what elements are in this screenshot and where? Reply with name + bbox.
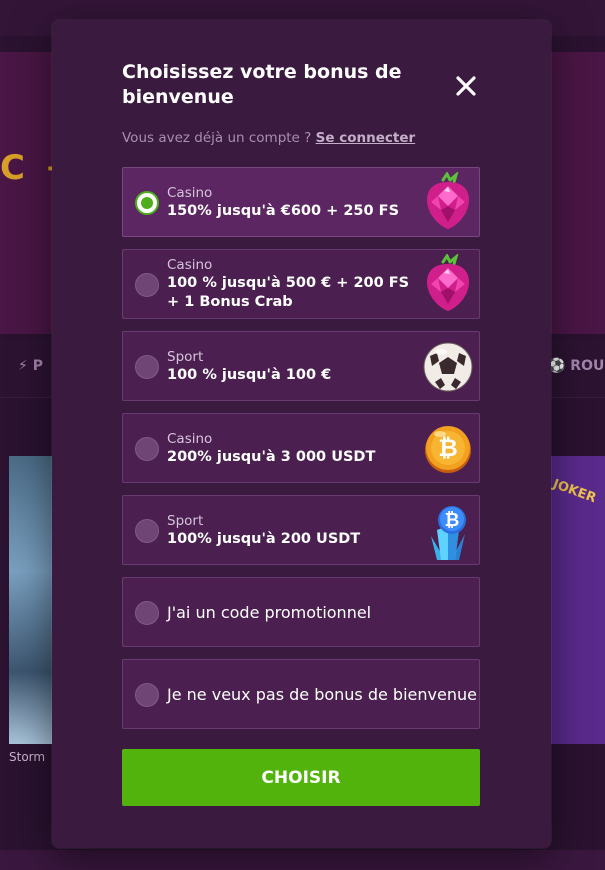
radio-button[interactable] (135, 273, 159, 297)
bonus-option-text: Sport 100 % jusqu'à 100 € (167, 348, 417, 385)
background-bottom-strip (0, 850, 605, 870)
bonus-option-category: Casino (167, 185, 213, 201)
svg-text:₿: ₿ (445, 510, 460, 531)
welcome-bonus-modal: Choisissez votre bonus de bienvenue Vous… (52, 20, 551, 848)
bonus-option-3[interactable]: Sport 100 % jusqu'à 100 € (122, 331, 480, 401)
bonus-option-1[interactable]: Casino 150% jusqu'à €600 + 250 FS (122, 167, 480, 237)
close-button[interactable] (452, 72, 480, 100)
radio-button[interactable] (135, 601, 159, 625)
bonus-option-text: Casino 100 % jusqu'à 500 € + 200 FS + 1 … (167, 256, 417, 312)
background-game-tile-left-label: Storm (9, 750, 46, 764)
bonus-option-label: 100 % jusqu'à 500 € + 200 FS + 1 Bonus C… (167, 275, 410, 310)
background-nav-item-left: ⚡ P (18, 358, 43, 374)
bonus-option-label: 150% jusqu'à €600 + 250 FS (167, 203, 400, 219)
background-game-tile-left (9, 456, 53, 744)
bonus-option-category: Casino (167, 257, 213, 273)
bonus-option-label: 100% jusqu'à 200 USDT (167, 531, 361, 547)
bonus-option-text: Casino 200% jusqu'à 3 000 USDT (167, 430, 417, 467)
raspberry-gem-icon (427, 254, 469, 311)
bonus-option-category: Sport (167, 513, 204, 529)
bonus-option-label: 100 % jusqu'à 100 € (167, 367, 332, 383)
no-bonus-option[interactable]: Je ne veux pas de bonus de bienvenue (122, 659, 480, 729)
no-bonus-option-label: Je ne veux pas de bonus de bienvenue (167, 684, 477, 704)
bonus-option-label: 200% jusqu'à 3 000 USDT (167, 449, 376, 465)
svg-text:₿: ₿ (438, 434, 458, 462)
bitcoin-crystal-icon: ₿ (431, 506, 466, 560)
bonus-option-5[interactable]: Sport 100% jusqu'à 200 USDT ₿ (122, 495, 480, 565)
radio-button[interactable] (135, 683, 159, 707)
bonus-option-text: Casino 150% jusqu'à €600 + 250 FS (167, 184, 417, 221)
login-prompt-text: Vous avez déjà un compte ? (122, 130, 312, 146)
background-nav-item-right: ⚽ ROU (548, 358, 605, 374)
raspberry-gem-icon (427, 172, 469, 229)
radio-button[interactable] (135, 519, 159, 543)
modal-title: Choisissez votre bonus de bienvenue (122, 61, 402, 108)
close-icon (456, 76, 476, 96)
login-link[interactable]: Se connecter (316, 130, 416, 146)
bonus-option-text: Sport 100% jusqu'à 200 USDT (167, 512, 417, 549)
bonus-option-2[interactable]: Casino 100 % jusqu'à 500 € + 200 FS + 1 … (122, 249, 480, 319)
bonus-option-4[interactable]: Casino 200% jusqu'à 3 000 USDT ₿ (122, 413, 480, 483)
promo-code-option[interactable]: J'ai un code promotionnel (122, 577, 480, 647)
bonus-option-category: Casino (167, 431, 213, 447)
radio-button[interactable] (135, 191, 159, 215)
login-prompt-line: Vous avez déjà un compte ? Se connecter (122, 130, 415, 146)
radio-button[interactable] (135, 437, 159, 461)
choose-button[interactable]: CHOISIR (122, 749, 480, 806)
soccer-ball-icon (423, 342, 473, 392)
promo-code-option-label: J'ai un code promotionnel (167, 602, 372, 622)
bonus-option-category: Sport (167, 349, 204, 365)
bitcoin-coin-icon: ₿ (425, 426, 471, 473)
radio-button[interactable] (135, 355, 159, 379)
